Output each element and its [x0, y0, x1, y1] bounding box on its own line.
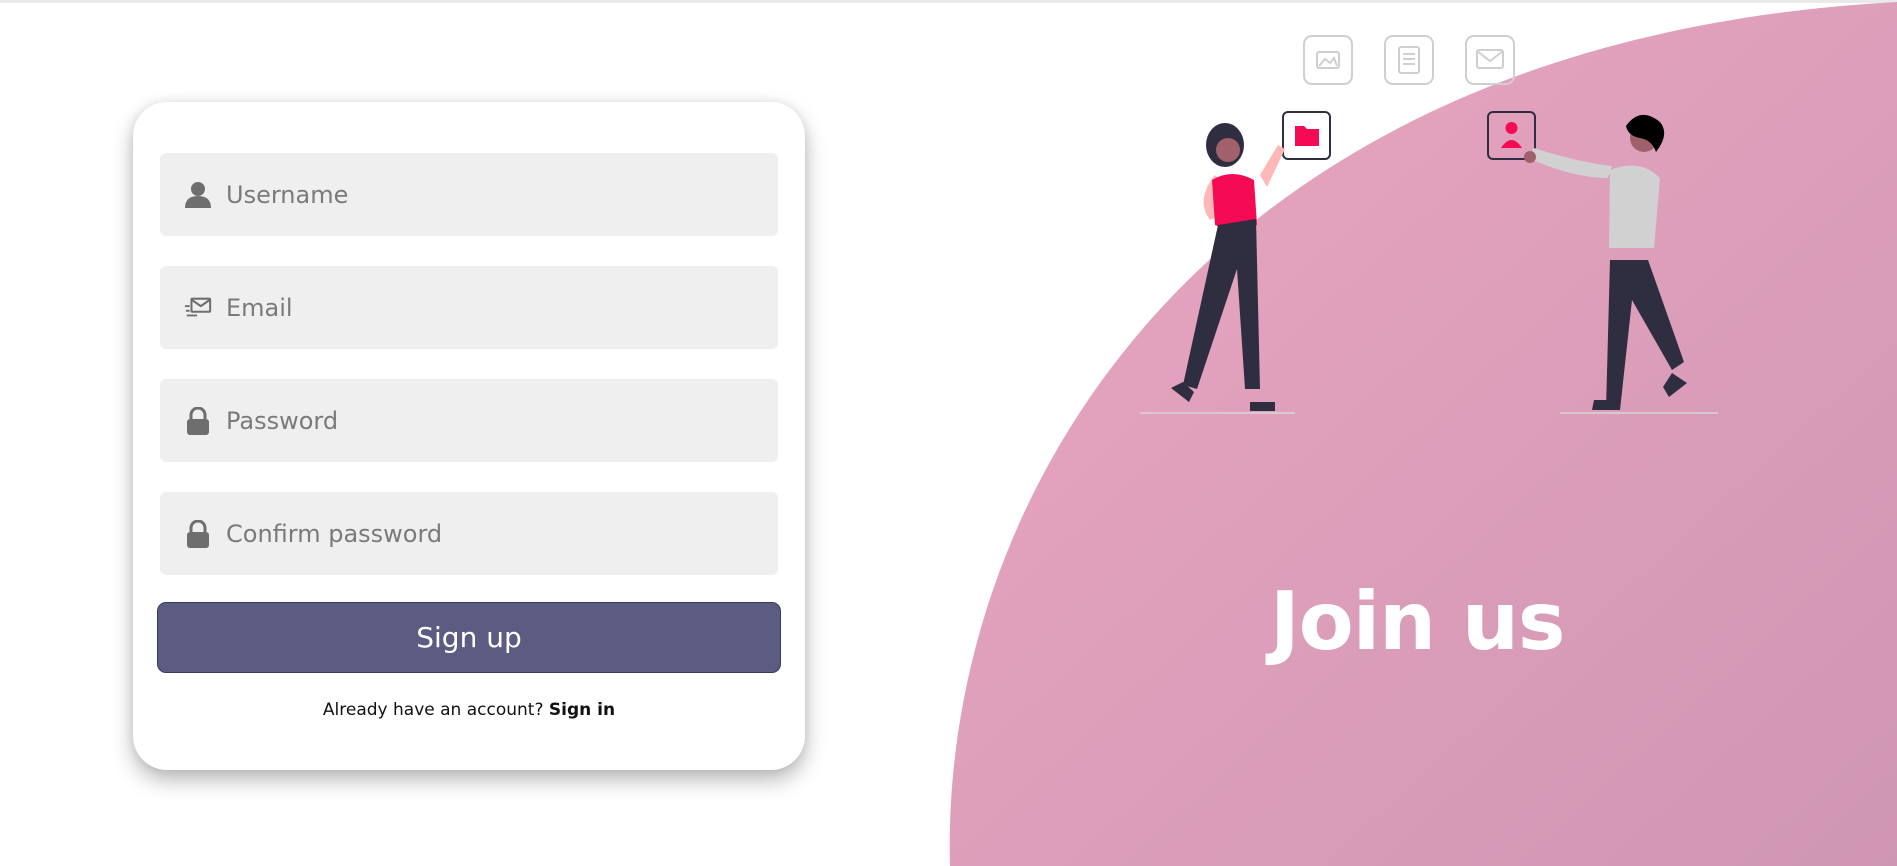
- join-us-heading: Join us: [1270, 575, 1566, 668]
- lock-icon: [184, 520, 212, 548]
- man-figure: [1524, 114, 1718, 414]
- sign-in-link[interactable]: Sign in: [549, 700, 615, 720]
- email-input[interactable]: [226, 266, 766, 349]
- email-field-container: [160, 266, 778, 349]
- woman-figure: [1140, 123, 1295, 414]
- password-input[interactable]: [226, 379, 766, 462]
- sign-up-button[interactable]: Sign up: [157, 602, 781, 673]
- lock-icon: [184, 407, 212, 435]
- signup-form-card: Sign up Already have an account? Sign in: [133, 102, 805, 770]
- username-field-container: [160, 153, 778, 236]
- signin-prompt-row: Already have an account? Sign in: [133, 700, 805, 720]
- password-field-container: [160, 379, 778, 462]
- signup-page: Join us Username Email Sign up Already h…: [0, 0, 1897, 866]
- confirm-password-input[interactable]: [226, 492, 766, 575]
- username-input[interactable]: [226, 153, 766, 236]
- user-icon: [184, 181, 212, 209]
- document-icon: [1384, 35, 1434, 85]
- mail-icon: [184, 294, 212, 322]
- signin-prompt-text: Already have an account?: [322, 700, 544, 720]
- folder-icon: [1282, 111, 1331, 160]
- image-icon: [1303, 35, 1353, 85]
- envelope-icon: [1465, 35, 1515, 85]
- people-sharing-illustration: [1140, 35, 1718, 414]
- confirm-password-field-container: [160, 492, 778, 575]
